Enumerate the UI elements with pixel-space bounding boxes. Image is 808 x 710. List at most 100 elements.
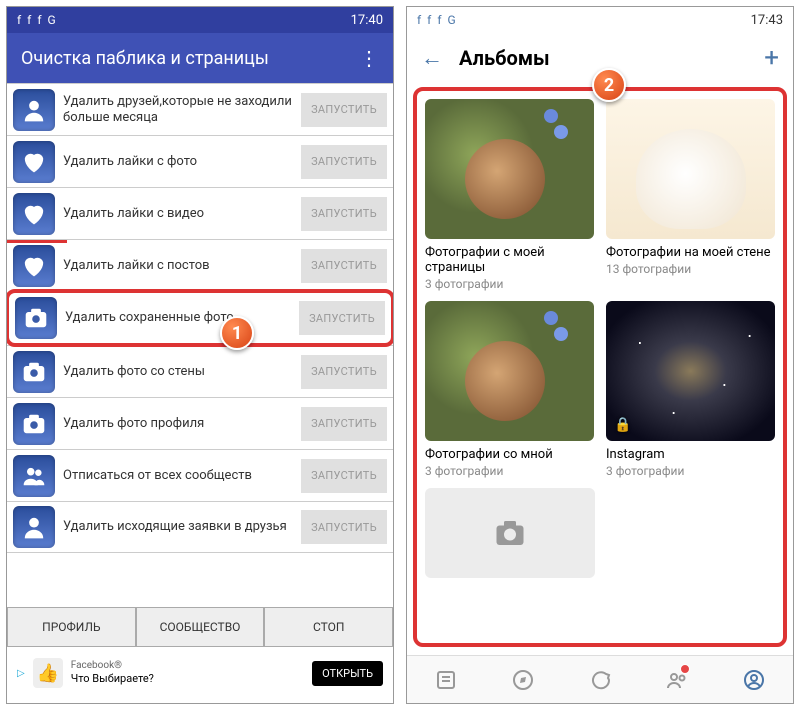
notification-dot xyxy=(680,664,690,674)
list-row: Удалить исходящие заявки в друзья ЗАПУСТ… xyxy=(7,501,393,553)
album-thumbnail xyxy=(425,301,594,441)
facebook-icon: f xyxy=(427,13,431,27)
row-label: Удалить лайки с постов xyxy=(63,258,293,274)
annotation-badge-2: 2 xyxy=(592,68,626,102)
list-row: Удалить лайки с постов ЗАПУСТИТЬ xyxy=(7,239,393,291)
nav-discover[interactable] xyxy=(484,656,561,703)
bottom-navbar xyxy=(407,655,793,703)
run-button[interactable]: ЗАПУСТИТЬ xyxy=(301,93,387,127)
more-icon[interactable]: ⋮ xyxy=(359,46,379,70)
nav-profile[interactable] xyxy=(716,656,793,703)
albums-highlight-box: Фотографии с моей страницы 3 фотографии … xyxy=(413,87,787,647)
camera-icon xyxy=(15,297,57,339)
album-count: 13 фотографии xyxy=(606,262,775,276)
status-icons: f f f G xyxy=(17,13,56,27)
album-title: Фотографии с моей страницы xyxy=(425,245,594,275)
list-row: Удалить фото профиля ЗАПУСТИТЬ xyxy=(7,397,393,449)
facebook-icon: f xyxy=(437,13,441,27)
list-row: Удалить друзей,которые не заходили больш… xyxy=(7,83,393,135)
album-item[interactable]: Фотографии с моей страницы 3 фотографии xyxy=(425,99,594,291)
ad-text: Facebook® Что Выбираете? xyxy=(71,660,304,685)
run-button[interactable]: ЗАПУСТИТЬ xyxy=(301,355,387,389)
album-thumbnail xyxy=(606,99,775,239)
lock-icon: 🔒 xyxy=(614,417,631,433)
camera-icon xyxy=(13,403,55,445)
progress-bar xyxy=(7,240,67,243)
album-title: Фотографии на моей стене xyxy=(606,245,775,260)
camera-icon xyxy=(492,515,528,551)
ad-question: Что Выбираете? xyxy=(71,672,304,685)
phone-left: f f f G 17:40 Очистка паблика и страницы… xyxy=(6,6,394,704)
empty-album[interactable] xyxy=(425,488,595,578)
ad-brand: Facebook® xyxy=(71,660,304,672)
ad-marker-icon: ▷ xyxy=(17,668,25,679)
google-icon: G xyxy=(448,13,456,27)
row-label: Удалить сохраненные фото xyxy=(65,310,291,326)
row-label: Удалить лайки с видео xyxy=(63,206,293,222)
annotation-badge-1: 1 xyxy=(220,316,254,350)
album-count: 3 фотографии xyxy=(425,277,594,291)
ad-banner[interactable]: ▷ 👍 Facebook® Что Выбираете? ОТКРЫТЬ xyxy=(7,651,393,695)
bottom-tabs: ПРОФИЛЬ СООБЩЕСТВО СТОП xyxy=(7,607,393,647)
tab-community[interactable]: СООБЩЕСТВО xyxy=(136,607,265,647)
heart-icon xyxy=(13,245,55,287)
row-label: Удалить фото профиля xyxy=(63,416,293,432)
run-button[interactable]: ЗАПУСТИТЬ xyxy=(301,510,387,544)
album-title: Instagram xyxy=(606,447,775,462)
nav-friends[interactable] xyxy=(639,656,716,703)
status-time: 17:40 xyxy=(351,13,383,28)
row-label: Удалить исходящие заявки в друзья xyxy=(63,519,293,535)
run-button[interactable]: ЗАПУСТИТЬ xyxy=(301,145,387,179)
album-item[interactable]: Фотографии со мной 3 фотографии xyxy=(425,301,594,478)
status-bar: f f f G 17:40 xyxy=(7,7,393,33)
album-item[interactable]: 🔒 Instagram 3 фотографии xyxy=(606,301,775,478)
back-icon[interactable]: ← xyxy=(421,45,443,71)
album-thumbnail: 🔒 xyxy=(606,301,775,441)
app-bar: Очистка паблика и страницы ⋮ xyxy=(7,33,393,83)
facebook-icon: f xyxy=(17,13,21,27)
album-thumbnail xyxy=(425,99,594,239)
ad-app-icon: 👍 xyxy=(33,658,63,688)
ad-open-button[interactable]: ОТКРЫТЬ xyxy=(312,661,383,686)
list-row: Удалить лайки с фото ЗАПУСТИТЬ xyxy=(7,135,393,187)
status-time: 17:43 xyxy=(751,13,783,28)
status-icons: f f f G xyxy=(417,13,456,27)
add-icon[interactable]: + xyxy=(764,43,779,73)
run-button[interactable]: ЗАПУСТИТЬ xyxy=(299,301,385,335)
list-row: Удалить лайки с видео ЗАПУСТИТЬ xyxy=(7,187,393,239)
list-row: Удалить фото со стены ЗАПУСТИТЬ xyxy=(7,345,393,397)
row-label: Удалить фото со стены xyxy=(63,364,293,380)
nav-messages[interactable] xyxy=(561,656,638,703)
run-button[interactable]: ЗАПУСТИТЬ xyxy=(301,249,387,283)
row-label: Отписаться от всех сообществ xyxy=(63,468,293,484)
run-button[interactable]: ЗАПУСТИТЬ xyxy=(301,197,387,231)
heart-icon xyxy=(13,141,55,183)
tab-profile[interactable]: ПРОФИЛЬ xyxy=(7,607,136,647)
run-button[interactable]: ЗАПУСТИТЬ xyxy=(301,407,387,441)
nav-news[interactable] xyxy=(407,656,484,703)
heart-icon xyxy=(13,193,55,235)
cleanup-list: Удалить друзей,которые не заходили больш… xyxy=(7,83,393,553)
page-title: Альбомы xyxy=(459,46,550,70)
status-bar: f f f G 17:43 xyxy=(407,7,793,33)
app-title: Очистка паблика и страницы xyxy=(21,48,269,69)
album-count: 3 фотографии xyxy=(425,464,594,478)
facebook-icon: f xyxy=(417,13,421,27)
list-row: Отписаться от всех сообществ ЗАПУСТИТЬ xyxy=(7,449,393,501)
album-title: Фотографии со мной xyxy=(425,447,594,462)
person-icon xyxy=(13,506,55,548)
facebook-icon: f xyxy=(37,13,41,27)
row-label: Удалить друзей,которые не заходили больш… xyxy=(63,94,293,125)
album-item[interactable]: Фотографии на моей стене 13 фотографии xyxy=(606,99,775,291)
albums-grid: Фотографии с моей страницы 3 фотографии … xyxy=(425,99,775,478)
phone-right: f f f G 17:43 ← Альбомы + Фотографии с м… xyxy=(406,6,794,704)
album-count: 3 фотографии xyxy=(606,464,775,478)
tab-stop[interactable]: СТОП xyxy=(264,607,393,647)
google-icon: G xyxy=(48,13,56,27)
group-icon xyxy=(13,455,55,497)
person-icon xyxy=(13,89,55,131)
run-button[interactable]: ЗАПУСТИТЬ xyxy=(301,459,387,493)
camera-icon xyxy=(13,351,55,393)
list-row-highlighted: Удалить сохраненные фото ЗАПУСТИТЬ xyxy=(6,289,394,347)
facebook-icon: f xyxy=(27,13,31,27)
